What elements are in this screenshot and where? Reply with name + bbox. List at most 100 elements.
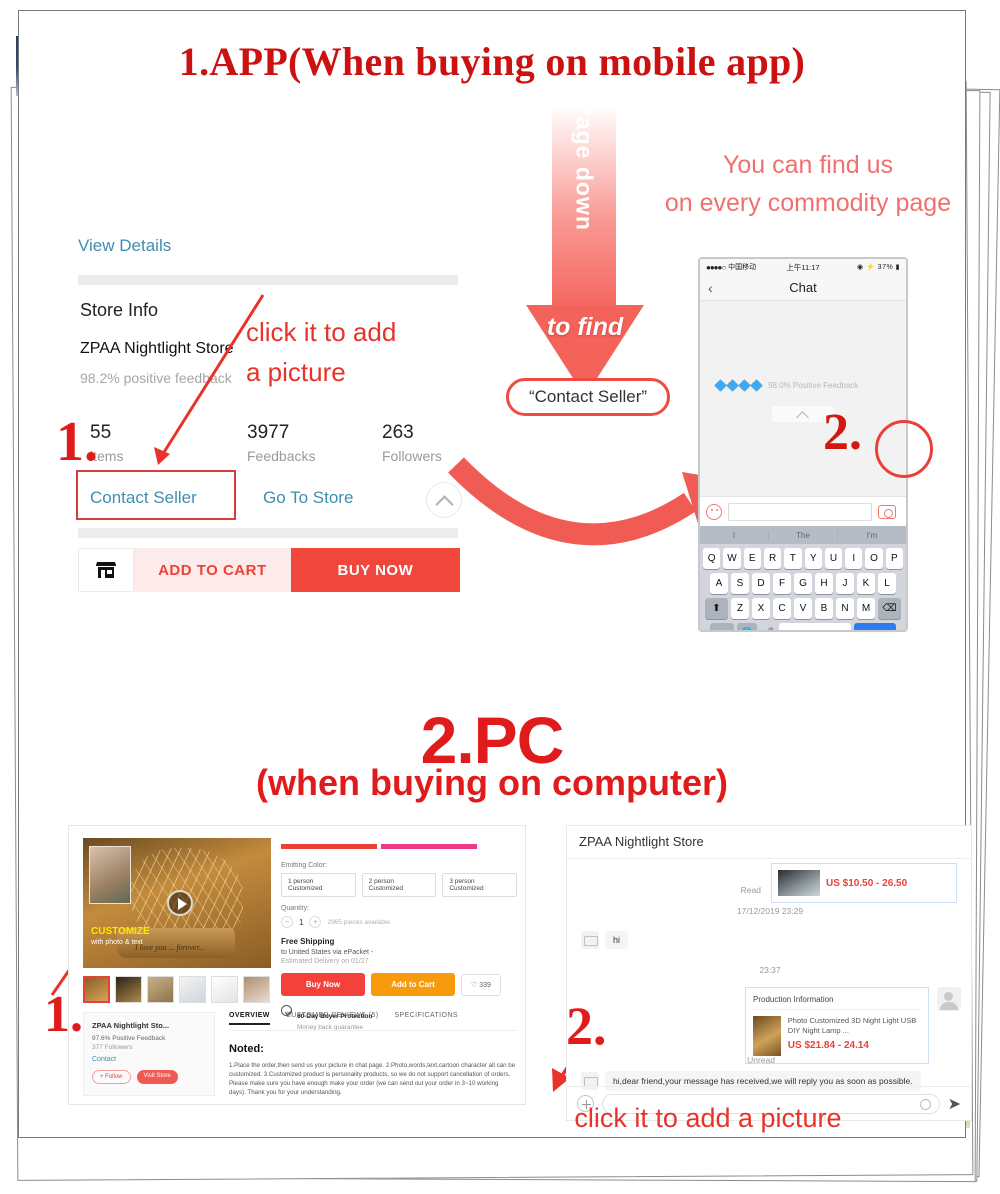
tab-overview[interactable]: OVERVIEW bbox=[229, 1012, 270, 1025]
quantity-stepper: − 1 + 2965 pieces available bbox=[281, 916, 517, 928]
unread-status-label: Unread bbox=[747, 1055, 775, 1065]
send-icon[interactable]: ➤ bbox=[948, 1094, 961, 1114]
title-bar-pink bbox=[381, 844, 477, 849]
view-details-link[interactable]: View Details bbox=[78, 236, 171, 256]
color-option-2[interactable]: 2 person Customized bbox=[361, 873, 437, 897]
follow-button[interactable]: + Follow bbox=[92, 1070, 131, 1084]
send-key[interactable]: Send bbox=[854, 623, 896, 630]
key-v[interactable]: V bbox=[794, 598, 812, 619]
key-l[interactable]: L bbox=[878, 573, 896, 594]
thumbnail-2[interactable] bbox=[115, 976, 142, 1003]
divider-bottom bbox=[78, 528, 458, 538]
pc-store-contact-link[interactable]: Contact bbox=[92, 1056, 206, 1063]
key-e[interactable]: E bbox=[743, 548, 761, 569]
key-u[interactable]: U bbox=[824, 548, 843, 569]
backspace-key-icon[interactable]: ⌫ bbox=[878, 598, 901, 619]
key-k[interactable]: K bbox=[857, 573, 875, 594]
tab-specifications[interactable]: SPECIFICATIONS bbox=[394, 1012, 457, 1025]
key-m[interactable]: M bbox=[857, 598, 875, 619]
message-input[interactable] bbox=[728, 502, 872, 521]
thumbnail-6[interactable] bbox=[243, 976, 270, 1003]
find-us-line-1: You can find us bbox=[722, 151, 894, 179]
thumbnail-3[interactable] bbox=[147, 976, 174, 1003]
key-b[interactable]: B bbox=[815, 598, 833, 619]
back-arrow-icon[interactable]: ‹ bbox=[708, 280, 713, 296]
key-t[interactable]: T bbox=[784, 548, 802, 569]
on-screen-keyboard: Q W E R T Y U I O P A S D F G H J K L ⬆ … bbox=[700, 544, 906, 630]
play-button-icon[interactable] bbox=[167, 890, 193, 916]
noted-body: 1.Place the order,then send us your pict… bbox=[229, 1062, 516, 1096]
key-p[interactable]: P bbox=[885, 548, 903, 569]
quantity-increase-button[interactable]: + bbox=[309, 916, 322, 928]
key-d[interactable]: D bbox=[752, 573, 770, 594]
keyboard-row-1: Q W E R T Y U I O P bbox=[703, 548, 903, 569]
key-n[interactable]: N bbox=[836, 598, 854, 619]
production-info-name: Photo Customized 3D Night Light USB DIY … bbox=[787, 1016, 917, 1035]
contact-seller-pill: “Contact Seller” bbox=[506, 378, 670, 416]
thumbnail-4[interactable] bbox=[179, 976, 206, 1003]
globe-icon[interactable]: 🌐 bbox=[737, 623, 757, 630]
key-w[interactable]: W bbox=[723, 548, 741, 569]
pc-product-page-screenshot: CUSTOMIZE with photo & text I love you .… bbox=[68, 825, 526, 1105]
numeric-key[interactable]: 123 bbox=[710, 623, 734, 630]
suggestion-2[interactable]: The bbox=[769, 530, 838, 540]
key-r[interactable]: R bbox=[763, 548, 782, 569]
suggestion-3[interactable]: I'm bbox=[838, 531, 906, 540]
suggestion-1[interactable]: I bbox=[700, 530, 769, 540]
key-f[interactable]: F bbox=[773, 573, 791, 594]
customize-badge: CUSTOMIZE bbox=[91, 926, 150, 937]
purchase-button-row: ADD TO CART BUY NOW bbox=[78, 548, 460, 592]
key-g[interactable]: G bbox=[794, 573, 812, 594]
space-key[interactable]: space bbox=[779, 623, 851, 630]
chat-title: Chat bbox=[789, 280, 817, 295]
pc-seller-card: ZPAA Nightlight Sto... 97.6% Positive Fe… bbox=[83, 1012, 215, 1096]
stat-followers-value: 263 bbox=[382, 422, 414, 443]
key-i[interactable]: I bbox=[845, 548, 863, 569]
highlight-circle-camera bbox=[875, 420, 933, 478]
visit-store-button[interactable]: Visit Store bbox=[136, 1070, 178, 1084]
arrow-vertical-label: Page down bbox=[571, 100, 598, 231]
key-y[interactable]: Y bbox=[804, 548, 822, 569]
product-options-panel: Emitting Color: 1 person Customized 2 pe… bbox=[281, 836, 518, 1031]
title-bar-red bbox=[281, 844, 377, 849]
key-c[interactable]: C bbox=[773, 598, 791, 619]
quantity-decrease-button[interactable]: − bbox=[281, 916, 293, 928]
pc-store-buttons: + Follow Visit Store bbox=[92, 1070, 206, 1084]
camera-icon[interactable] bbox=[878, 504, 896, 519]
key-q[interactable]: Q bbox=[703, 548, 721, 569]
store-icon[interactable] bbox=[78, 548, 134, 592]
color-option-1[interactable]: 1 person Customized bbox=[281, 873, 356, 897]
phone-chat-body: 98.0% Positive Feedback bbox=[700, 301, 906, 496]
emoji-icon[interactable] bbox=[706, 503, 722, 520]
key-o[interactable]: O bbox=[865, 548, 883, 569]
go-to-store-button[interactable]: Go To Store bbox=[263, 488, 353, 508]
key-a[interactable]: A bbox=[710, 573, 728, 594]
shift-key-icon[interactable]: ⬆ bbox=[705, 598, 728, 619]
buy-now-button[interactable]: BUY NOW bbox=[290, 548, 460, 592]
key-x[interactable]: X bbox=[752, 598, 770, 619]
status-time: 上午11:17 bbox=[786, 262, 820, 272]
add-to-cart-button[interactable]: ADD TO CART bbox=[134, 548, 291, 592]
product-hero-image: CUSTOMIZE with photo & text I love you .… bbox=[83, 838, 271, 968]
chat-product-bubble-top: US $10.50 - 26.50 bbox=[771, 863, 957, 903]
key-s[interactable]: S bbox=[731, 573, 749, 594]
quantity-label: Quantity: bbox=[281, 905, 310, 912]
wishlist-count: 339 bbox=[479, 981, 491, 989]
wishlist-button[interactable]: ♡ 339 bbox=[461, 973, 501, 996]
key-j[interactable]: J bbox=[836, 573, 854, 594]
thumbnail-5[interactable] bbox=[211, 976, 238, 1003]
keyboard-row-4: 123 🌐 🎤 space Send bbox=[703, 623, 903, 630]
thumbnail-1[interactable] bbox=[83, 976, 110, 1003]
stat-followers-label: Followers bbox=[382, 448, 442, 464]
chevron-up-icon[interactable] bbox=[426, 482, 462, 518]
chat-timestamp-1: 17/12/2019 23:29 bbox=[736, 906, 804, 916]
store-feedback: 98.2% positive feedback bbox=[80, 370, 232, 386]
color-option-3[interactable]: 3 person Customized bbox=[442, 873, 518, 897]
pc-add-to-cart-button[interactable]: Add to Cart bbox=[371, 973, 455, 996]
production-info-title: Production Information bbox=[753, 995, 921, 1010]
tab-customer-reviews[interactable]: CUSTOMER REVIEWS (5) bbox=[286, 1012, 379, 1025]
pc-buy-now-button[interactable]: Buy Now bbox=[281, 973, 365, 996]
key-z[interactable]: Z bbox=[731, 598, 749, 619]
key-h[interactable]: H bbox=[815, 573, 833, 594]
microphone-icon[interactable]: 🎤 bbox=[760, 623, 776, 630]
